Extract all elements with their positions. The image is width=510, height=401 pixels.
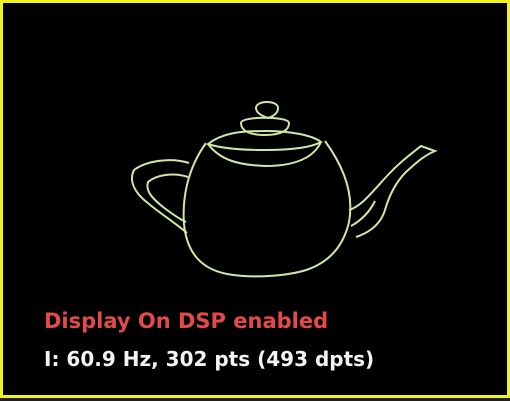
teapot-body <box>182 140 352 278</box>
teapot-wireframe <box>130 101 438 278</box>
spout-inner <box>350 200 376 227</box>
teapot-handle <box>130 159 190 234</box>
body-shoulder <box>207 141 322 168</box>
render-window: Display On DSP enabled I: 60.9 Hz, 302 p… <box>0 0 510 401</box>
teapot-spout <box>348 144 438 238</box>
lid-knob <box>254 101 280 120</box>
teapot-handle-inner <box>146 173 189 223</box>
render-stats-text: I: 60.9 Hz, 302 pts (493 dpts) <box>44 347 375 371</box>
yellow-border-frame: Display On DSP enabled I: 60.9 Hz, 302 p… <box>0 0 510 398</box>
dsp-status-text: Display On DSP enabled <box>44 309 329 333</box>
render-viewport: Display On DSP enabled I: 60.9 Hz, 302 p… <box>10 12 506 392</box>
lid-brim <box>205 129 323 152</box>
